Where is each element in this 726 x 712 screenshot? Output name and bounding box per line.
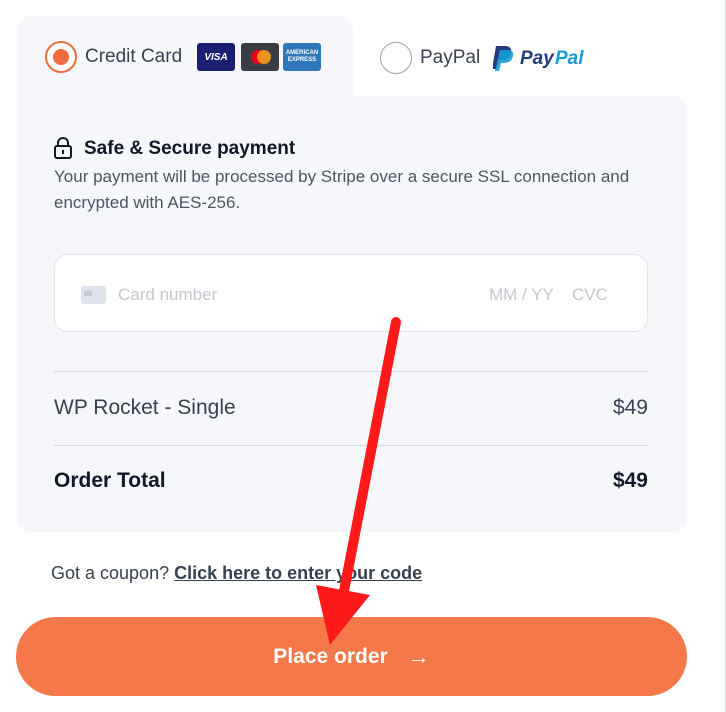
card-number-placeholder[interactable]: Card number	[118, 285, 217, 305]
credit-card-radio[interactable]	[45, 41, 77, 73]
secure-payment-description: Your payment will be processed by Stripe…	[54, 167, 630, 212]
divider	[54, 445, 648, 446]
paypal-logo: Pay Pal	[493, 46, 584, 71]
divider	[54, 371, 648, 372]
order-item-label: WP Rocket - Single	[54, 396, 236, 419]
card-cvc-placeholder[interactable]: CVC	[572, 285, 608, 305]
paypal-label: PayPal	[420, 47, 481, 68]
amex-logo: AMERICAN EXPRESS	[283, 43, 321, 71]
order-total-price: $49	[612, 469, 648, 492]
order-total-label: Order Total	[54, 469, 166, 492]
visa-logo: VISA	[197, 43, 235, 71]
place-order-button[interactable]: Place order →	[16, 617, 687, 696]
arrow-right-icon: →	[407, 643, 430, 669]
paypal-logo-pay: Pay	[520, 48, 555, 69]
coupon-row: Got a coupon? Click here to enter your c…	[51, 563, 422, 584]
credit-card-icon	[81, 286, 106, 304]
lock-icon	[54, 137, 72, 159]
place-order-label: Place order	[273, 644, 388, 668]
coupon-link[interactable]: Click here to enter your code	[174, 563, 422, 583]
coupon-prompt: Got a coupon?	[51, 563, 170, 583]
card-expiry-placeholder[interactable]: MM / YY	[489, 285, 554, 305]
paypal-logo-pal: Pal	[555, 48, 584, 69]
secure-payment-title: Safe & Secure payment	[84, 138, 296, 159]
mastercard-logo	[241, 43, 279, 71]
order-item-price: $49	[612, 396, 648, 419]
card-number-field[interactable]: Card number MM / YY CVC	[54, 254, 648, 332]
credit-card-label: Credit Card	[85, 46, 183, 67]
paypal-radio[interactable]	[380, 42, 412, 74]
